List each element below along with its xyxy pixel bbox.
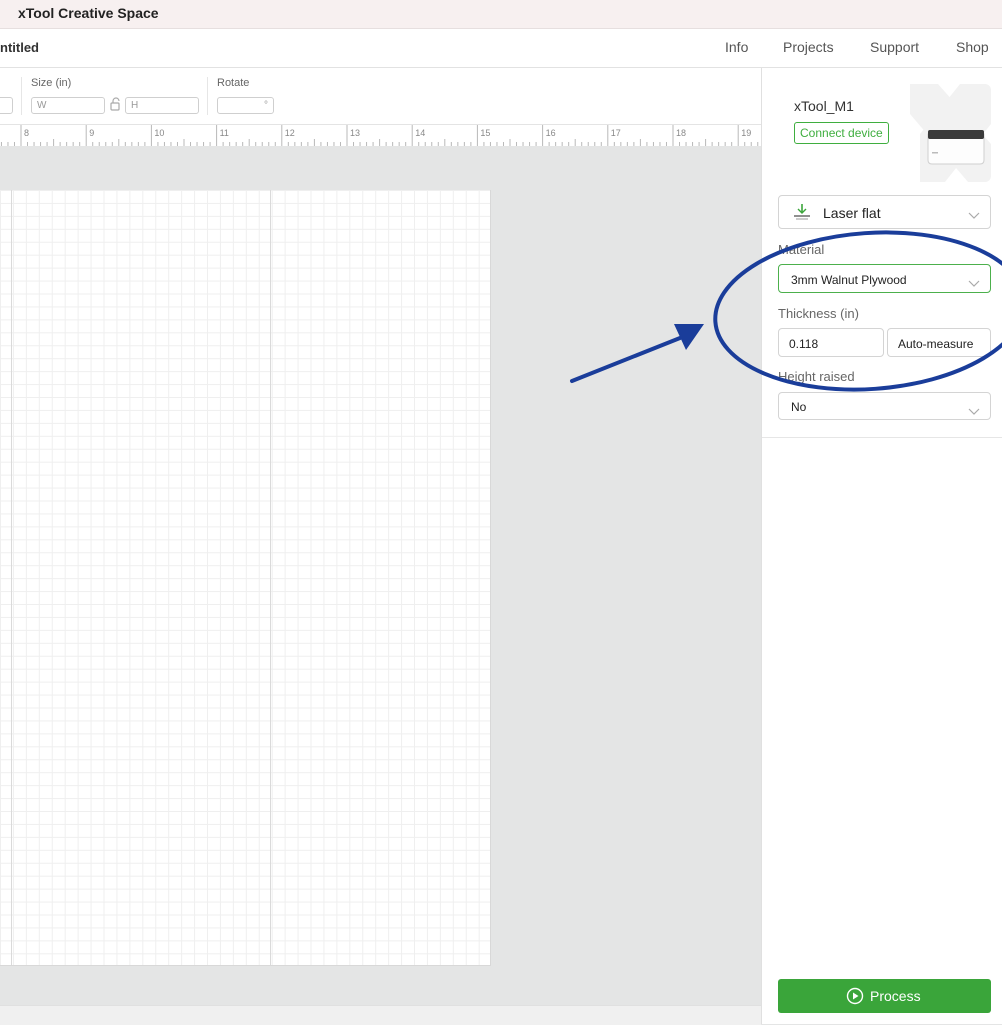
- device-settings-panel: xTool_M1 Connect device Laser flat Mater…: [761, 68, 1002, 1024]
- ruler-label: 8: [24, 128, 29, 138]
- properties-bar: Size (in) W H Rotate °: [0, 68, 761, 125]
- document-name[interactable]: ntitled: [0, 40, 39, 55]
- grid-guide: [270, 190, 271, 965]
- ruler-label: 10: [154, 128, 164, 138]
- material-label: Material: [778, 242, 825, 257]
- rotate-input[interactable]: °: [217, 97, 274, 114]
- ruler-label: 13: [350, 128, 360, 138]
- thickness-input[interactable]: 0.118: [778, 328, 884, 357]
- laser-flat-icon: [792, 203, 812, 226]
- connect-device-button[interactable]: Connect device: [794, 122, 889, 144]
- position-input[interactable]: [0, 97, 13, 114]
- title-bar: xTool Creative Space: [0, 0, 1002, 29]
- ruler-ticks: 8 9 10 11 12 13 14 15 16 17 18 19: [0, 125, 759, 146]
- ruler-label: 18: [676, 128, 686, 138]
- ruler-label: 16: [546, 128, 556, 138]
- device-illustration: [910, 84, 991, 182]
- auto-measure-label: Auto-measure: [898, 337, 974, 351]
- ruler-label: 14: [415, 128, 425, 138]
- horizontal-scrollbar[interactable]: [0, 1005, 761, 1025]
- height-raised-label: Height raised: [778, 369, 855, 384]
- size-label: Size (in): [31, 77, 72, 89]
- thickness-value: 0.118: [789, 337, 819, 351]
- ruler-label: 11: [220, 128, 229, 138]
- chevron-down-icon: [968, 207, 980, 225]
- auto-measure-button[interactable]: Auto-measure: [887, 328, 991, 357]
- nav-support[interactable]: Support: [870, 39, 919, 55]
- play-icon: [846, 987, 864, 1008]
- workspace-grid[interactable]: [0, 190, 491, 966]
- mode-value: Laser flat: [823, 205, 881, 221]
- divider: [207, 77, 208, 115]
- ruler-label: 19: [741, 128, 751, 138]
- height-raised-select[interactable]: No: [778, 392, 991, 420]
- device-name: xTool_M1: [794, 98, 854, 114]
- top-menu-bar: ntitled Info Projects Support Shop: [0, 29, 1002, 68]
- thickness-label: Thickness (in): [778, 306, 859, 321]
- chevron-down-icon: [968, 403, 980, 421]
- ruler-label: 15: [480, 128, 490, 138]
- chevron-down-icon: [968, 275, 980, 293]
- process-button[interactable]: Process: [778, 979, 991, 1013]
- height-raised-value: No: [791, 400, 807, 414]
- ruler-label: 17: [611, 128, 621, 138]
- panel-divider: [762, 437, 1002, 438]
- horizontal-ruler: 8 9 10 11 12 13 14 15 16 17 18 19: [0, 125, 761, 147]
- lock-ratio-icon[interactable]: [109, 97, 121, 116]
- width-input[interactable]: W: [31, 97, 105, 114]
- app-title: xTool Creative Space: [18, 5, 159, 21]
- material-select[interactable]: 3mm Walnut Plywood: [778, 264, 991, 293]
- divider: [21, 77, 22, 115]
- rotate-label: Rotate: [217, 77, 250, 89]
- process-label: Process: [870, 988, 921, 1004]
- material-value: 3mm Walnut Plywood: [791, 273, 907, 287]
- processing-mode-select[interactable]: Laser flat: [778, 195, 991, 229]
- device-card: xTool_M1 Connect device: [778, 84, 991, 182]
- nav-shop[interactable]: Shop: [956, 39, 989, 55]
- ruler-label: 12: [285, 128, 295, 138]
- nav-projects[interactable]: Projects: [783, 39, 834, 55]
- grid-guide: [11, 190, 12, 965]
- height-input[interactable]: H: [125, 97, 199, 114]
- ruler-label: 9: [89, 128, 94, 138]
- nav-info[interactable]: Info: [725, 39, 748, 55]
